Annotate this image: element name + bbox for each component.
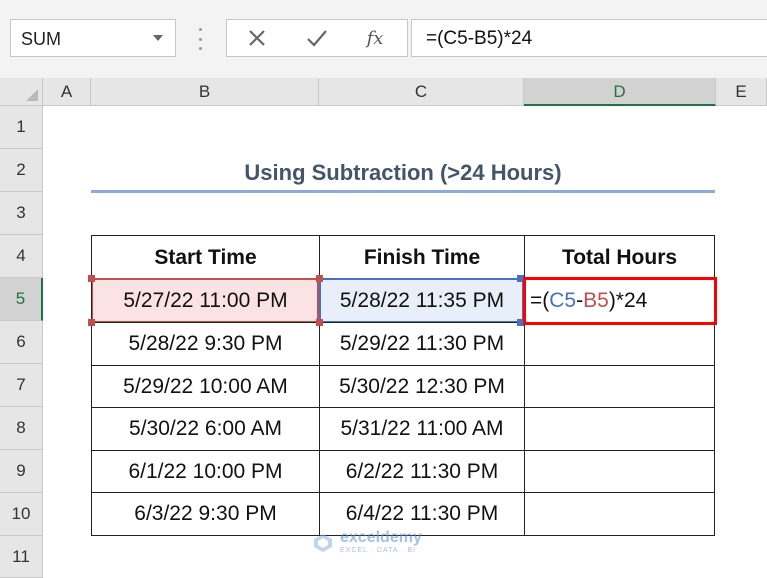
row-header-7[interactable]: 7: [0, 364, 43, 407]
cell-d6[interactable]: [524, 322, 715, 366]
row-header-2[interactable]: 2: [0, 149, 43, 192]
row-header-5[interactable]: 5: [0, 278, 43, 321]
cell-c9[interactable]: 6/2/22 11:30 PM: [319, 450, 525, 493]
select-all-icon: [26, 89, 38, 101]
b5-handle-tl[interactable]: [88, 275, 95, 282]
cell-d8[interactable]: [524, 407, 715, 451]
function-icon[interactable]: fx: [355, 20, 395, 56]
header-start-time[interactable]: Start Time: [91, 235, 320, 280]
cell-c6[interactable]: 5/29/22 11:30 PM: [319, 322, 525, 366]
row-header-4[interactable]: 4: [0, 235, 43, 278]
formula-controls: fx: [226, 19, 408, 57]
b5-handle-bl[interactable]: [88, 319, 95, 326]
formula-text: =(C5-B5)*24: [426, 28, 533, 49]
formula-bar: SUM fx =(C5-B5)*24: [0, 0, 767, 79]
cell-c5[interactable]: 5/28/22 11:35 PM: [319, 278, 525, 323]
row-header-1[interactable]: 1: [0, 106, 43, 149]
cell-c7[interactable]: 5/30/22 12:30 PM: [319, 365, 525, 408]
cell-d5-editor[interactable]: =(C5-B5)*24: [523, 277, 717, 325]
ref-c5: C5: [549, 289, 577, 312]
grip-icon[interactable]: [198, 28, 202, 50]
cell-d7[interactable]: [524, 365, 715, 408]
title-underline: [91, 190, 715, 193]
cell-d5-formula: =(C5-B5)*24: [530, 289, 648, 312]
cell-b5[interactable]: 5/27/22 11:00 PM: [91, 278, 320, 323]
b5-handle-tr[interactable]: [316, 275, 323, 282]
exceldemy-logo-icon: [314, 533, 332, 552]
column-header-e[interactable]: E: [716, 78, 767, 106]
watermark-tagline: EXCEL · DATA · BI: [340, 547, 416, 554]
column-header-b[interactable]: B: [91, 78, 319, 106]
header-finish-time[interactable]: Finish Time: [319, 235, 525, 280]
row-header-10[interactable]: 10: [0, 493, 43, 536]
b5-handle-br[interactable]: [316, 319, 323, 326]
function-icon-label: fx: [366, 27, 384, 49]
chevron-down-icon[interactable]: [153, 35, 163, 41]
row-header-9[interactable]: 9: [0, 450, 43, 493]
cell-b8[interactable]: 5/30/22 6:00 AM: [91, 407, 320, 451]
sheet-title: Using Subtraction (>24 Hours): [244, 160, 562, 185]
cell-d9[interactable]: [524, 450, 715, 493]
close-icon[interactable]: [237, 20, 277, 56]
row-header-11[interactable]: 11: [0, 536, 43, 578]
checkmark-icon[interactable]: [297, 20, 337, 56]
column-header-d[interactable]: D: [524, 78, 716, 106]
ref-b5: B5: [583, 289, 609, 312]
row-header-8[interactable]: 8: [0, 407, 43, 450]
watermark: exceldemy EXCEL · DATA · BI: [312, 530, 422, 555]
row-header-3[interactable]: 3: [0, 192, 43, 235]
cell-b7[interactable]: 5/29/22 10:00 AM: [91, 365, 320, 408]
watermark-name: exceldemy: [340, 529, 422, 546]
cell-b10[interactable]: 6/3/22 9:30 PM: [91, 492, 320, 536]
header-total-hours[interactable]: Total Hours: [524, 235, 715, 280]
cell-d10[interactable]: [524, 492, 715, 536]
formula-input[interactable]: =(C5-B5)*24: [411, 19, 767, 57]
cell-b6[interactable]: 5/28/22 9:30 PM: [91, 322, 320, 366]
select-all-button[interactable]: [0, 78, 43, 106]
column-header-c[interactable]: C: [319, 78, 524, 106]
cell-c8[interactable]: 5/31/22 11:00 AM: [319, 407, 525, 451]
name-box[interactable]: SUM: [10, 19, 176, 57]
name-box-value: SUM: [21, 29, 61, 49]
column-header-a[interactable]: A: [43, 78, 91, 106]
row-header-6[interactable]: 6: [0, 321, 43, 364]
cell-b9[interactable]: 6/1/22 10:00 PM: [91, 450, 320, 493]
